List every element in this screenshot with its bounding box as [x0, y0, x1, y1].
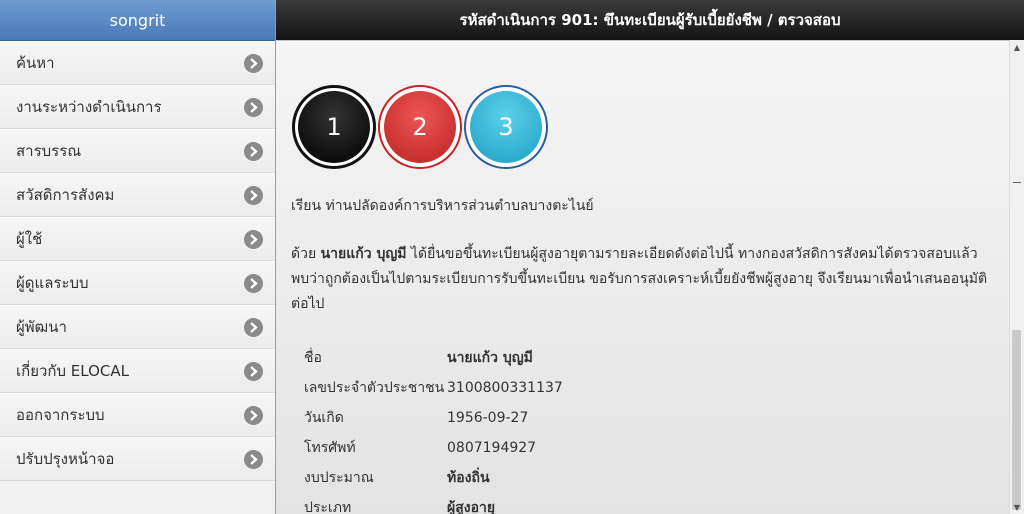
sidebar-item-label: ผู้ใช้: [16, 230, 43, 248]
scroll-down-icon[interactable]: ▼: [1010, 500, 1024, 514]
chevron-right-icon: [244, 361, 263, 381]
sidebar-item-admin[interactable]: ผู้ดูแลระบบ: [0, 261, 275, 305]
sidebar-item-label: ปรับปรุงหน้าจอ: [16, 450, 115, 468]
sidebar-item-correspondence[interactable]: สารบรรณ: [0, 129, 275, 173]
info-label: โทรศัพท์: [304, 440, 356, 456]
step-indicator: 1 2 3: [292, 85, 548, 169]
step-1-label: 1: [298, 91, 370, 163]
chevron-right-icon: [244, 185, 263, 205]
step-3-label: 3: [470, 91, 542, 163]
step-2-label: 2: [384, 91, 456, 163]
sidebar-item-developer[interactable]: ผู้พัฒนา: [0, 305, 275, 349]
letter-line-1: ด้วย นายแก้ว บุญมี ได้ยื่นขอขึ้นทะเบียนผ…: [291, 242, 1001, 267]
sidebar-item-label: สารบรรณ: [16, 142, 82, 160]
info-value: นายแก้ว บุญมี: [447, 350, 533, 366]
sidebar-item-users[interactable]: ผู้ใช้: [0, 217, 275, 261]
sidebar: songrit ค้นหา งานระหว่างดำเนินการ สารบรร…: [0, 0, 276, 514]
chevron-right-icon: [244, 273, 263, 293]
sidebar-item-label: ผู้ดูแลระบบ: [16, 274, 89, 292]
step-1[interactable]: 1: [292, 85, 376, 169]
applicant-name: นายแก้ว บุญมี: [320, 246, 407, 262]
chevron-right-icon: [244, 53, 263, 73]
info-row-type: ประเภท ผู้สูงอายุ: [304, 493, 563, 514]
sidebar-item-label: เกี่ยวกับ ELOCAL: [16, 362, 129, 380]
info-value: 3100800331137: [447, 380, 563, 396]
step-3[interactable]: 3: [464, 85, 548, 169]
info-label: งบประมาณ: [304, 470, 374, 486]
info-value: 0807194927: [447, 440, 537, 456]
info-row-id: เลขประจำตัวประชาชน 3100800331137: [304, 373, 563, 403]
sidebar-item-search[interactable]: ค้นหา: [0, 41, 275, 85]
info-label: ชื่อ: [304, 350, 322, 366]
applicant-info: ชื่อ นายแก้ว บุญมี เลขประจำตัวประชาชน 3100…: [304, 343, 563, 514]
chevron-right-icon: [244, 405, 263, 425]
info-value: ท้องถิ่น: [447, 470, 490, 486]
scroll-up-icon[interactable]: ▲: [1010, 40, 1024, 54]
sidebar-item-about[interactable]: เกี่ยวกับ ELOCAL: [0, 349, 275, 393]
sidebar-item-social-welfare[interactable]: สวัสดิการสังคม: [0, 173, 275, 217]
body-text-1: ได้ยื่นขอขึ้นทะเบียนผู้สูงอายุตามรายละเอ…: [406, 246, 978, 262]
sidebar-item-logout[interactable]: ออกจากระบบ: [0, 393, 275, 437]
sidebar-item-label: งานระหว่างดำเนินการ: [16, 98, 162, 116]
scroll-mark: [1013, 182, 1021, 183]
sidebar-item-label: ค้นหา: [16, 54, 55, 72]
body-prefix: ด้วย: [291, 246, 321, 262]
info-row-budget: งบประมาณ ท้องถิ่น: [304, 463, 563, 493]
info-row-dob: วันเกิด 1956-09-27: [304, 403, 563, 433]
salutation: เรียน ท่านปลัดองค์การบริหารส่วนตำบลบางตะ…: [291, 198, 594, 214]
chevron-right-icon: [244, 449, 263, 469]
sidebar-item-in-progress[interactable]: งานระหว่างดำเนินการ: [0, 85, 275, 129]
sidebar-item-label: ออกจากระบบ: [16, 406, 105, 424]
chevron-right-icon: [244, 97, 263, 117]
page-title: รหัสดำเนินการ 901: ขึนทะเบียนผู้รับเบี้ย…: [276, 0, 1024, 40]
sidebar-item-label: สวัสดิการสังคม: [16, 186, 115, 204]
letter-line-2: พบว่าถูกต้องเป็นไปตามระเบียบการรับขึ้นทะ…: [291, 271, 988, 287]
sidebar-title: songrit: [0, 0, 275, 41]
scrollbar-thumb[interactable]: [1012, 330, 1021, 510]
info-value: ผู้สูงอายุ: [447, 500, 496, 514]
info-label: เลขประจำตัวประชาชน: [304, 380, 445, 396]
content-area: 1 2 3 เรียน ท่านปลัดองค์การบริหารส่วนตำบ…: [276, 40, 1010, 514]
info-label: วันเกิด: [304, 410, 344, 426]
info-label: ประเภท: [304, 500, 352, 514]
info-value: 1956-09-27: [447, 410, 529, 426]
sidebar-menu: ค้นหา งานระหว่างดำเนินการ สารบรรณ สวัสดิ…: [0, 41, 275, 481]
sidebar-item-refresh[interactable]: ปรับปรุงหน้าจอ: [0, 437, 275, 481]
letter-line-3: ต่อไป: [291, 296, 325, 312]
sidebar-item-label: ผู้พัฒนา: [16, 318, 67, 336]
chevron-right-icon: [244, 317, 263, 337]
chevron-right-icon: [244, 229, 263, 249]
letter-body: ด้วย นายแก้ว บุญมี ได้ยื่นขอขึ้นทะเบียนผ…: [291, 242, 1001, 317]
vertical-scrollbar[interactable]: ▲ ▼: [1009, 40, 1024, 514]
chevron-right-icon: [244, 141, 263, 161]
main-panel: รหัสดำเนินการ 901: ขึนทะเบียนผู้รับเบี้ย…: [276, 0, 1024, 514]
info-row-phone: โทรศัพท์ 0807194927: [304, 433, 563, 463]
step-2[interactable]: 2: [378, 85, 462, 169]
info-row-name: ชื่อ นายแก้ว บุญมี: [304, 343, 563, 373]
